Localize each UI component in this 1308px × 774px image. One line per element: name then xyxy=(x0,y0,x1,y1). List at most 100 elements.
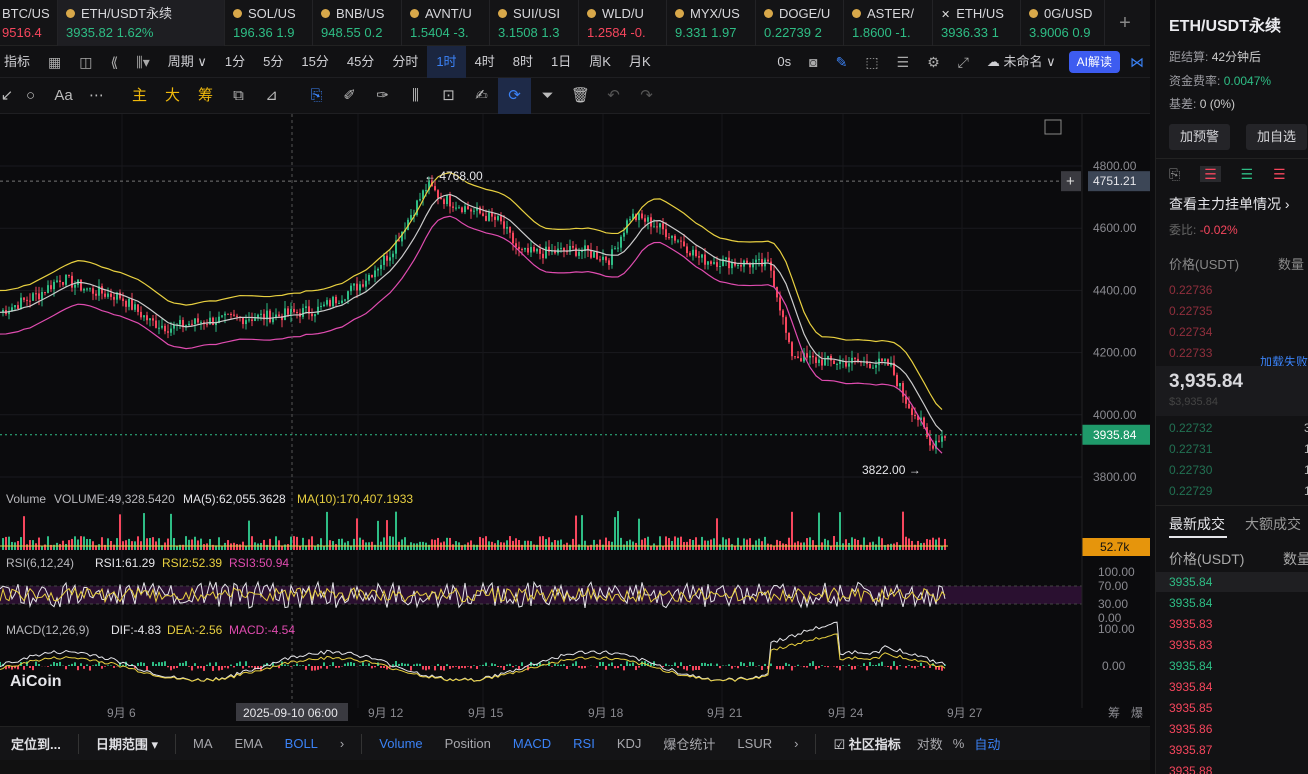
candles-icon[interactable]: ⫼ xyxy=(399,78,432,114)
macd-hist-bar xyxy=(908,665,910,666)
brush-icon[interactable]: ✑ xyxy=(366,78,399,114)
tab-sui[interactable]: SUI/USI 3.1508 1.3 xyxy=(490,0,579,46)
percent-scale-button[interactable]: % xyxy=(948,736,970,751)
ind-lsur[interactable]: LSUR xyxy=(726,736,783,751)
layout-name-dropdown[interactable]: ☁ 未命名 ∨ xyxy=(978,46,1065,78)
log-scale-button[interactable]: 对数 xyxy=(912,734,948,753)
layout-icon[interactable]: ◫ xyxy=(70,46,101,78)
interval-8h[interactable]: 8时 xyxy=(504,46,542,78)
circle-icon[interactable]: ○ xyxy=(14,78,47,114)
gear-icon[interactable]: ⚙ xyxy=(918,46,949,78)
period-dropdown[interactable]: 周期 ∨ xyxy=(159,46,216,78)
filter-icon[interactable]: ⏷ xyxy=(531,78,564,114)
date-range-dropdown[interactable]: 日期范围 ▾ xyxy=(85,734,169,753)
share-icon[interactable]: ⋈ xyxy=(1124,46,1150,78)
tab-myx[interactable]: MYX/US 9.331 1.97 xyxy=(667,0,756,46)
more-icon[interactable]: ⋯ xyxy=(80,78,113,114)
magnet-icon[interactable]: ⟳ xyxy=(498,77,531,114)
view-main-orders-link[interactable]: 查看主力挂单情况 › xyxy=(1169,194,1290,214)
interval-45m[interactable]: 45分 xyxy=(338,46,383,78)
ind-macd[interactable]: MACD xyxy=(502,736,562,751)
both-sides-icon[interactable]: ☰ xyxy=(1200,166,1221,182)
tab-big-trades[interactable]: 大额成交 xyxy=(1245,514,1301,534)
pen-icon[interactable]: ✎ xyxy=(827,46,857,78)
fullscreen-icon[interactable]: ⤢ xyxy=(949,46,978,78)
ask-price[interactable]: 0.22733 xyxy=(1169,346,1212,360)
calendar-icon[interactable]: ▦ xyxy=(39,46,70,78)
interval-timeshare[interactable]: 分时 xyxy=(383,46,427,78)
locate-to-button[interactable]: 定位到... xyxy=(0,734,72,753)
asks-only-icon[interactable]: ☰ xyxy=(1273,166,1286,182)
camera-icon[interactable]: ◙ xyxy=(800,46,826,78)
interval-1w[interactable]: 周K xyxy=(580,46,620,78)
kline-chart[interactable]: 4800.00 4600.00 4400.00 4200.00 4000.00 3800.… xyxy=(0,114,1150,726)
compare-icon[interactable]: ⧉ xyxy=(222,78,255,114)
line-tool-icon[interactable]: ↙ xyxy=(0,78,14,114)
measure-icon[interactable]: ⊿ xyxy=(255,78,288,114)
ind-liquidation[interactable]: 爆仓统计 xyxy=(652,734,726,753)
add-watchlist-button[interactable]: 加自选 xyxy=(1246,124,1308,150)
tab-sol[interactable]: SOL/US 196.36 1.9 xyxy=(225,0,313,46)
ind-volume[interactable]: Volume xyxy=(368,736,433,751)
ind-ma[interactable]: MA xyxy=(182,736,224,751)
candle-body xyxy=(533,246,535,252)
depth-icon[interactable]: ⎘ xyxy=(1169,166,1180,182)
tab-avnt[interactable]: AVNT/U 1.5404 -3. xyxy=(402,0,490,46)
tab-eth-spot[interactable]: ✕ ETH/US 3936.33 1 xyxy=(933,0,1021,46)
bid-price[interactable]: 0.22729 xyxy=(1169,484,1212,498)
bids-only-icon[interactable]: ☰ xyxy=(1241,166,1254,182)
ind-rsi[interactable]: RSI xyxy=(562,736,606,751)
candle-type-icon[interactable]: ⫼▾ xyxy=(127,46,158,78)
interval-1m[interactable]: 1分 xyxy=(216,46,254,78)
bid-price[interactable]: 0.22731 xyxy=(1169,442,1212,456)
bookmark-icon[interactable]: ⎘ xyxy=(300,78,333,114)
undo-icon[interactable]: ↶ xyxy=(597,78,630,114)
interval-1d[interactable]: 1日 xyxy=(542,46,580,78)
add-alert-button[interactable]: 加预警 xyxy=(1169,124,1231,150)
tab-aster[interactable]: ASTER/ 1.8600 -1. xyxy=(844,0,933,46)
settings-list-icon[interactable]: ☰ xyxy=(888,46,919,78)
tab-btc[interactable]: BTC/US 9516.4 xyxy=(0,0,58,46)
ruler-icon[interactable]: ✐ xyxy=(333,78,366,114)
interval-1h[interactable]: 1时 xyxy=(427,45,466,78)
ask-price[interactable]: 0.22736 xyxy=(1169,283,1212,297)
tab-0g[interactable]: 0G/USD 3.9006 0.9 xyxy=(1021,0,1105,46)
chevron-right-icon[interactable]: › xyxy=(329,736,355,751)
ind-ema[interactable]: EMA xyxy=(224,736,274,751)
big-order-button[interactable]: 大 xyxy=(156,78,189,114)
rewind-icon[interactable]: ⟪ xyxy=(101,46,127,78)
chips-button[interactable]: 筹 xyxy=(189,78,222,114)
interval-4h[interactable]: 4时 xyxy=(466,46,504,78)
edit-note-icon[interactable]: ✍ xyxy=(465,78,498,114)
tab-latest-trades[interactable]: 最新成交 xyxy=(1169,514,1225,534)
indicators-button[interactable]: 指标 xyxy=(0,46,39,78)
ind-position[interactable]: Position xyxy=(434,736,502,751)
text-tool-button[interactable]: Aa xyxy=(47,78,80,114)
interval-1mo[interactable]: 月K xyxy=(620,46,660,78)
ask-price[interactable]: 0.22734 xyxy=(1169,325,1212,339)
ind-kdj[interactable]: KDJ xyxy=(606,736,653,751)
bid-price[interactable]: 0.22730 xyxy=(1169,463,1212,477)
auto-scale-button[interactable]: 自动 xyxy=(969,734,1005,753)
ai-interpret-button[interactable]: AI解读 xyxy=(1068,50,1120,73)
chevron-right-icon[interactable]: › xyxy=(783,736,809,751)
tab-eth-perp[interactable]: ETH/USDT永续 3935.82 1.62% xyxy=(58,0,225,46)
tab-doge[interactable]: DOGE/U 0.22739 2 xyxy=(756,0,844,46)
interval-5m[interactable]: 5分 xyxy=(254,46,292,78)
community-indicator-button[interactable]: ☑ 社区指标 xyxy=(822,734,911,753)
tab-bnb[interactable]: BNB/US 948.55 0.2 xyxy=(313,0,402,46)
lock-icon[interactable]: ⊡ xyxy=(432,78,465,114)
add-tab-plus-icon[interactable]: + xyxy=(1105,0,1145,45)
refresh-seconds[interactable]: 0s xyxy=(768,46,800,78)
interval-15m[interactable]: 15分 xyxy=(292,46,337,78)
redo-icon[interactable]: ↷ xyxy=(630,78,663,114)
bid-price[interactable]: 0.22732 xyxy=(1169,421,1212,435)
replay-icon[interactable]: ⬚ xyxy=(856,46,887,78)
volume-bar xyxy=(245,545,247,550)
ind-boll[interactable]: BOLL xyxy=(274,736,329,751)
chart-canvas[interactable]: 4800.00 4600.00 4400.00 4200.00 4000.00 3800.… xyxy=(0,114,1150,726)
tab-wld[interactable]: WLD/U 1.2584 -0. xyxy=(579,0,667,46)
trash-icon[interactable]: 🗑 xyxy=(564,78,597,114)
ask-price[interactable]: 0.22735 xyxy=(1169,304,1212,318)
main-force-button[interactable]: 主 xyxy=(123,78,156,114)
